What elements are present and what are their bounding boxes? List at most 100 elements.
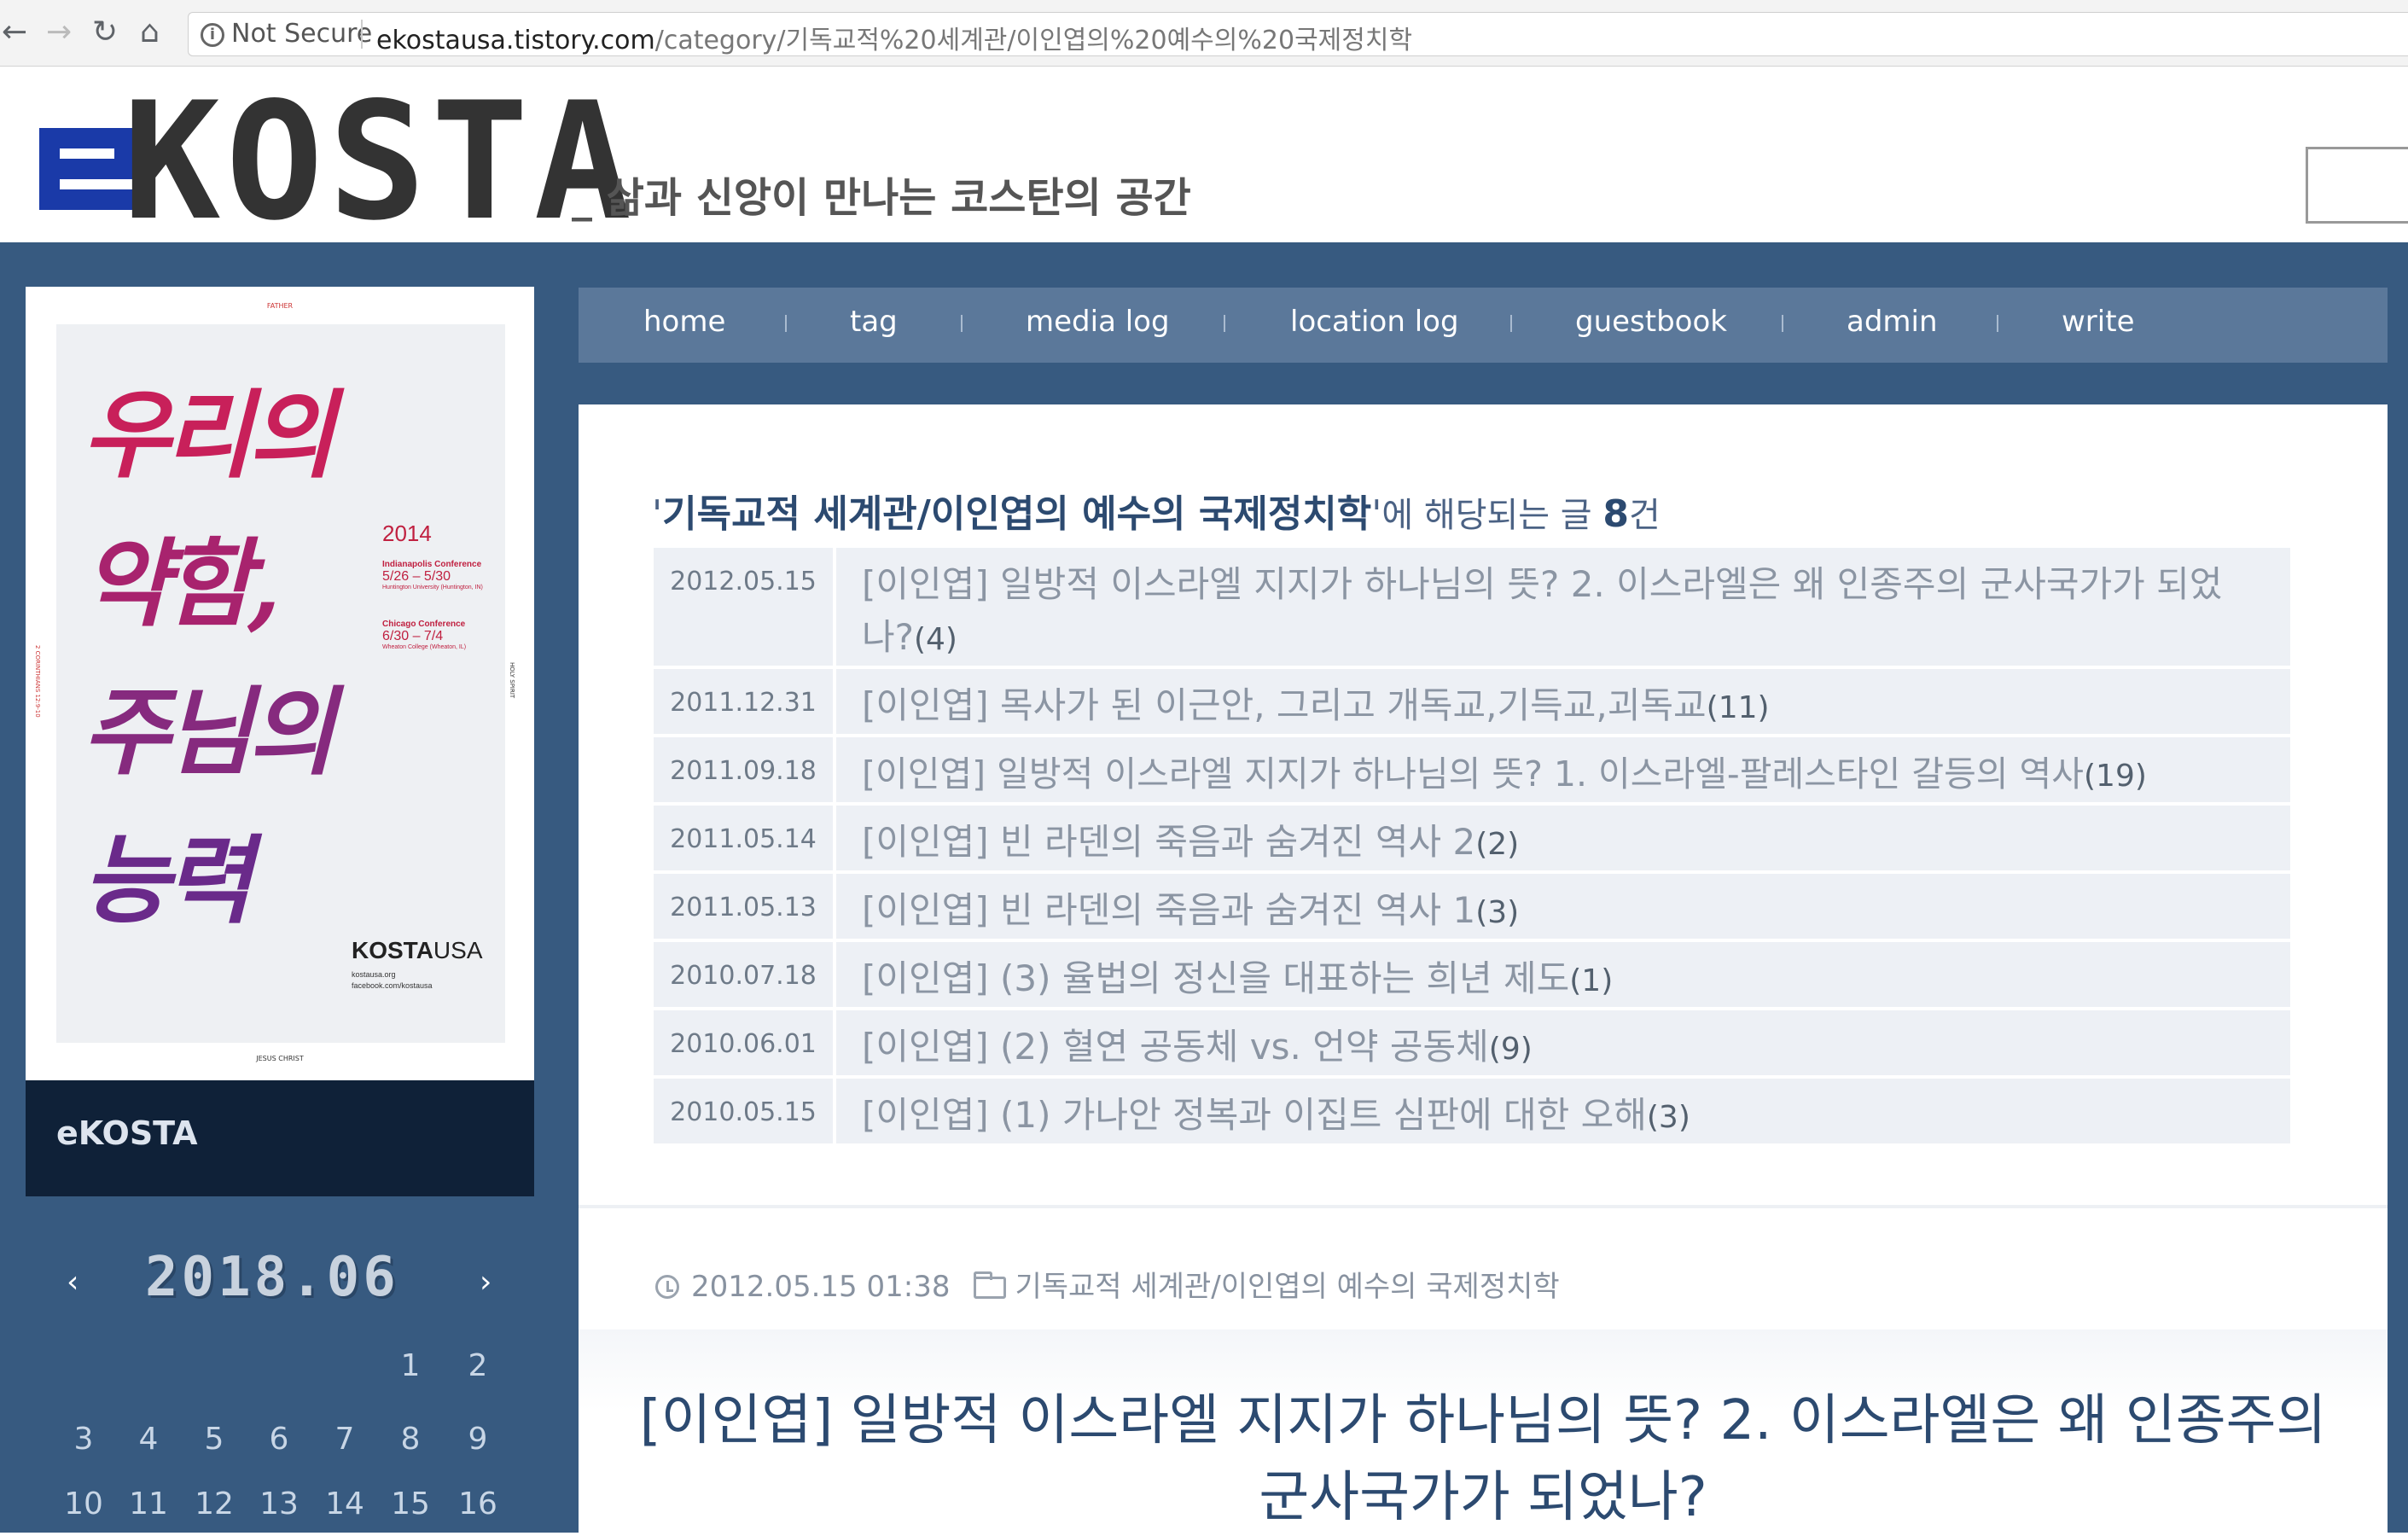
brand-bold: KOSTA: [352, 937, 433, 963]
poster-year: 2014: [382, 521, 432, 546]
calendar-day[interactable]: 2: [448, 1348, 508, 1383]
profile-poster[interactable]: FATHER 우리의 약함, 주님의 능력 2014 Indianapolis …: [26, 287, 534, 1080]
calendar-prev-button[interactable]: ‹: [67, 1265, 79, 1300]
post-link[interactable]: [이인엽] 빈 라덴의 죽음과 숨겨진 역사 2(2): [862, 816, 2270, 871]
nav-guestbook[interactable]: guestbook: [1575, 305, 1727, 339]
site-logo[interactable]: KOSTA: [123, 81, 637, 243]
poster-headline-line: 약함,: [82, 528, 281, 640]
url-path: /category/기독교적%20세계관/이인엽의%20예수의%20국제정치학: [654, 26, 1413, 55]
poster-artwork: 우리의 약함, 주님의 능력 2014 Indianapolis Confere…: [56, 324, 505, 1043]
security-label[interactable]: Not Secure: [231, 19, 372, 49]
back-arrow-icon[interactable]: ←: [2, 15, 27, 49]
folder-icon: [974, 1271, 1007, 1299]
comment-count: (19): [2084, 759, 2147, 794]
calendar-day[interactable]: 15: [381, 1487, 440, 1521]
home-icon[interactable]: ⌂: [140, 15, 160, 49]
post-title-text: [이인엽] 일방적 이스라엘 지지가 하나님의 뜻? 1. 이스라엘-팔레스타인…: [862, 753, 2084, 794]
calendar-month: 2018.06: [145, 1246, 399, 1309]
nav-divider: [961, 315, 963, 332]
blog-name[interactable]: eKOSTA: [56, 1114, 198, 1152]
blog-name-bar: eKOSTA: [26, 1080, 534, 1196]
poster-headline-line: 주님의: [82, 677, 335, 788]
main-nav: home tag media log location log guestboo…: [579, 288, 2388, 363]
calendar-day[interactable]: 13: [249, 1487, 309, 1521]
post-link[interactable]: [이인엽] 일방적 이스라엘 지지가 하나님의 뜻? 1. 이스라엘-팔레스타인…: [862, 748, 2295, 803]
url-text[interactable]: ekostausa.tistory.com/category/기독교적%20세계…: [376, 19, 1412, 56]
header-search-input[interactable]: [2306, 147, 2408, 224]
address-bar[interactable]: i Not Secure ekostausa.tistory.com/categ…: [188, 12, 2408, 56]
post-link[interactable]: [이인엽] 일방적 이스라엘 지지가 하나님의 뜻? 2. 이스라엘은 왜 인종…: [862, 558, 2270, 666]
poster-conference-2: Chicago Conference 6/30 – 7/4 Wheaton Co…: [382, 620, 466, 650]
site-tagline: _ 삶과 신앙이 만나는 코스탄의 공간: [572, 174, 1191, 222]
list-item: 2010.06.01 [이인엽] (2) 혈연 공동체 vs. 언약 공동체(9…: [654, 1010, 2290, 1075]
post-title-text: [이인엽] 목사가 된 이근안, 그리고 개독교,기득교,괴독교: [862, 684, 1707, 726]
reload-icon[interactable]: ↻: [92, 15, 118, 49]
conference-dates: 5/26 – 5/30: [382, 569, 451, 584]
category-heading: '기독교적 세계관/이인엽의 예수의 국제정치학'에 해당되는 글 8건: [652, 483, 1661, 538]
poster-link: kostausa.org: [352, 970, 396, 979]
post-date: 2011.09.18: [654, 737, 836, 802]
post-title-text: [이인엽] 일방적 이스라엘 지지가 하나님의 뜻? 2. 이스라엘은 왜 인종…: [862, 563, 2223, 658]
nav-write[interactable]: write: [2062, 305, 2134, 339]
heading-suffix: 에 해당되는 글: [1381, 496, 1603, 535]
logo-e-icon[interactable]: [39, 128, 135, 210]
list-item: 2010.07.18 [이인엽] (3) 율법의 정신을 대표하는 희년 제도(…: [654, 942, 2290, 1007]
calendar-day[interactable]: 5: [184, 1422, 244, 1457]
post-date: 2011.12.31: [654, 669, 836, 734]
post-date: 2010.05.15: [654, 1079, 836, 1143]
forward-arrow-icon[interactable]: →: [46, 15, 72, 49]
post-title-text: [이인엽] 빈 라덴의 죽음과 숨겨진 역사 2: [862, 821, 1476, 863]
calendar-day[interactable]: 8: [381, 1422, 440, 1457]
list-item: 2011.05.13 [이인엽] 빈 라덴의 죽음과 숨겨진 역사 1(3): [654, 874, 2290, 939]
post-link[interactable]: [이인엽] 목사가 된 이근안, 그리고 개독교,기득교,괴독교(11): [862, 679, 2270, 735]
post-title-text: [이인엽] (2) 혈연 공동체 vs. 언약 공동체: [862, 1026, 1489, 1068]
poster-links: kostausa.org facebook.com/kostausa: [352, 969, 433, 992]
calendar-next-button[interactable]: ›: [480, 1265, 491, 1300]
calendar-day[interactable]: 10: [54, 1487, 113, 1521]
nav-admin[interactable]: admin: [1847, 305, 1938, 339]
calendar-day[interactable]: 9: [448, 1422, 508, 1457]
poster-top-label: FATHER: [266, 302, 294, 310]
post-link[interactable]: [이인엽] (3) 율법의 정신을 대표하는 희년 제도(1): [862, 952, 2270, 1008]
poster-headline: 우리의 약함, 주님의 능력: [82, 362, 389, 956]
calendar-day[interactable]: 6: [249, 1422, 309, 1457]
post-link[interactable]: [이인엽] (1) 가나안 정복과 이집트 심판에 대한 오해(3): [862, 1089, 2270, 1144]
post-date: 2012.05.15: [654, 548, 836, 666]
calendar-day[interactable]: 3: [54, 1422, 113, 1457]
calendar-day[interactable]: 14: [315, 1487, 375, 1521]
conference-title: Indianapolis Conference: [382, 560, 482, 569]
nav-tag[interactable]: tag: [850, 305, 898, 339]
calendar-day[interactable]: 1: [381, 1348, 440, 1383]
poster-headline-line: 능력: [82, 825, 253, 937]
calendar-day[interactable]: 11: [119, 1487, 178, 1521]
comment-count: (11): [1706, 690, 1770, 725]
post-category-link[interactable]: 기독교적 세계관/이인엽의 예수의 국제정치학: [1015, 1270, 1559, 1304]
address-divider: [361, 20, 363, 49]
nav-media-log[interactable]: media log: [1026, 305, 1170, 339]
nav-divider: [1782, 315, 1783, 332]
list-item: 2011.05.14 [이인엽] 빈 라덴의 죽음과 숨겨진 역사 2(2): [654, 806, 2290, 870]
calendar-day[interactable]: 12: [184, 1487, 244, 1521]
list-item: 2011.09.18 [이인엽] 일방적 이스라엘 지지가 하나님의 뜻? 1.…: [654, 737, 2290, 802]
comment-count: (1): [1569, 963, 1614, 998]
post-title-text: [이인엽] 빈 라덴의 죽음과 숨겨진 역사 1: [862, 889, 1476, 931]
nav-home[interactable]: home: [643, 305, 725, 339]
post-title[interactable]: [이인엽] 일방적 이스라엘 지지가 하나님의 뜻? 2. 이스라엘은 왜 인종…: [630, 1382, 2336, 1536]
calendar-day[interactable]: 16: [448, 1487, 508, 1521]
conference-place: Wheaton College (Wheaton, IL): [382, 644, 467, 650]
comment-count: (2): [1475, 827, 1520, 862]
nav-divider: [1510, 315, 1512, 332]
brand-rest: USA: [433, 937, 483, 963]
poster-headline-line: 우리의: [82, 380, 335, 492]
heading-unit: 건: [1628, 496, 1661, 535]
post-count: 8: [1602, 492, 1629, 536]
info-icon[interactable]: i: [201, 23, 224, 47]
calendar-day[interactable]: 7: [315, 1422, 375, 1457]
post-date: 2010.07.18: [654, 942, 836, 1007]
calendar-day[interactable]: 4: [119, 1422, 178, 1457]
nav-location-log[interactable]: location log: [1290, 305, 1459, 339]
post-link[interactable]: [이인엽] 빈 라덴의 죽음과 숨겨진 역사 1(3): [862, 884, 2270, 940]
poster-side-label: HOLY SPIRIT: [509, 662, 515, 699]
list-item: 2011.12.31 [이인엽] 목사가 된 이근안, 그리고 개독교,기득교,…: [654, 669, 2290, 734]
post-link[interactable]: [이인엽] (2) 혈연 공동체 vs. 언약 공동체(9): [862, 1021, 2270, 1076]
